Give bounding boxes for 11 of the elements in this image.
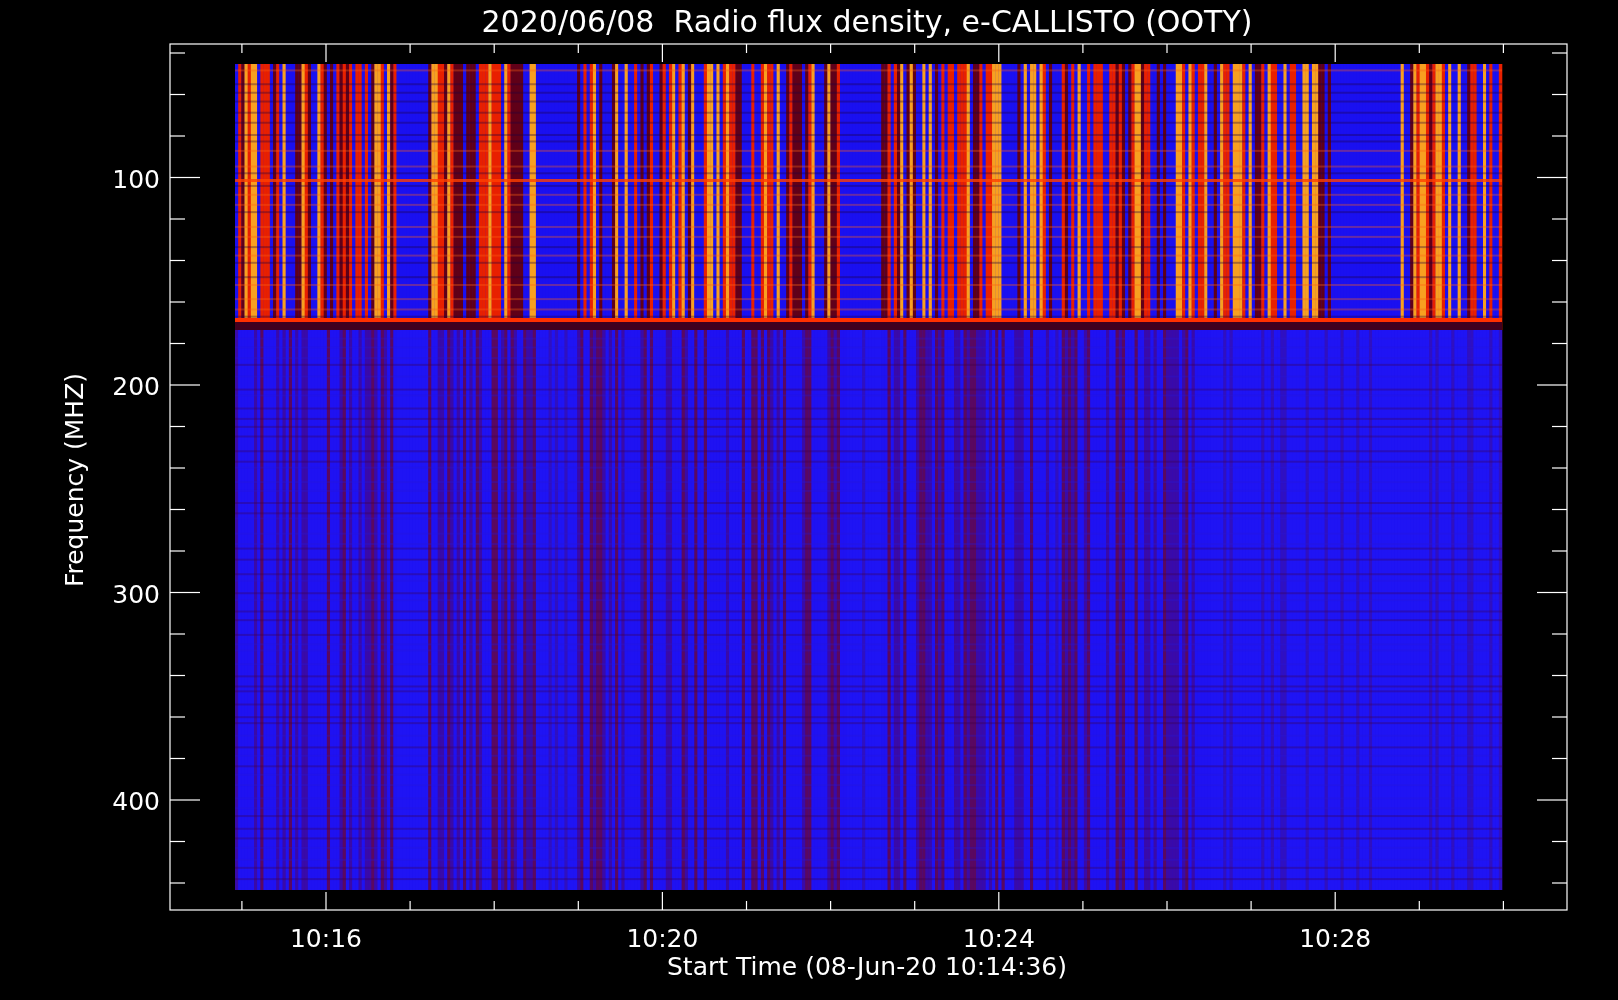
y-tick-label: 100: [112, 164, 160, 194]
x-tick-label: 10:24: [962, 924, 1035, 953]
x-axis-label: Start Time (08-Jun-20 10:14:36): [667, 952, 1067, 981]
chart-title: 2020/06/08 Radio flux density, e-CALLISTO (OOTY): [481, 4, 1253, 39]
y-axis-label: Frequency (MHZ): [60, 372, 89, 588]
x-tick-label: 10:16: [290, 924, 362, 953]
x-tick-label: 10:28: [1299, 924, 1372, 953]
y-tick-label: 400: [112, 787, 160, 816]
y-tick-label: 300: [112, 579, 160, 609]
y-tick-label: 200: [112, 372, 160, 401]
x-tick-label: 10:20: [626, 924, 699, 953]
